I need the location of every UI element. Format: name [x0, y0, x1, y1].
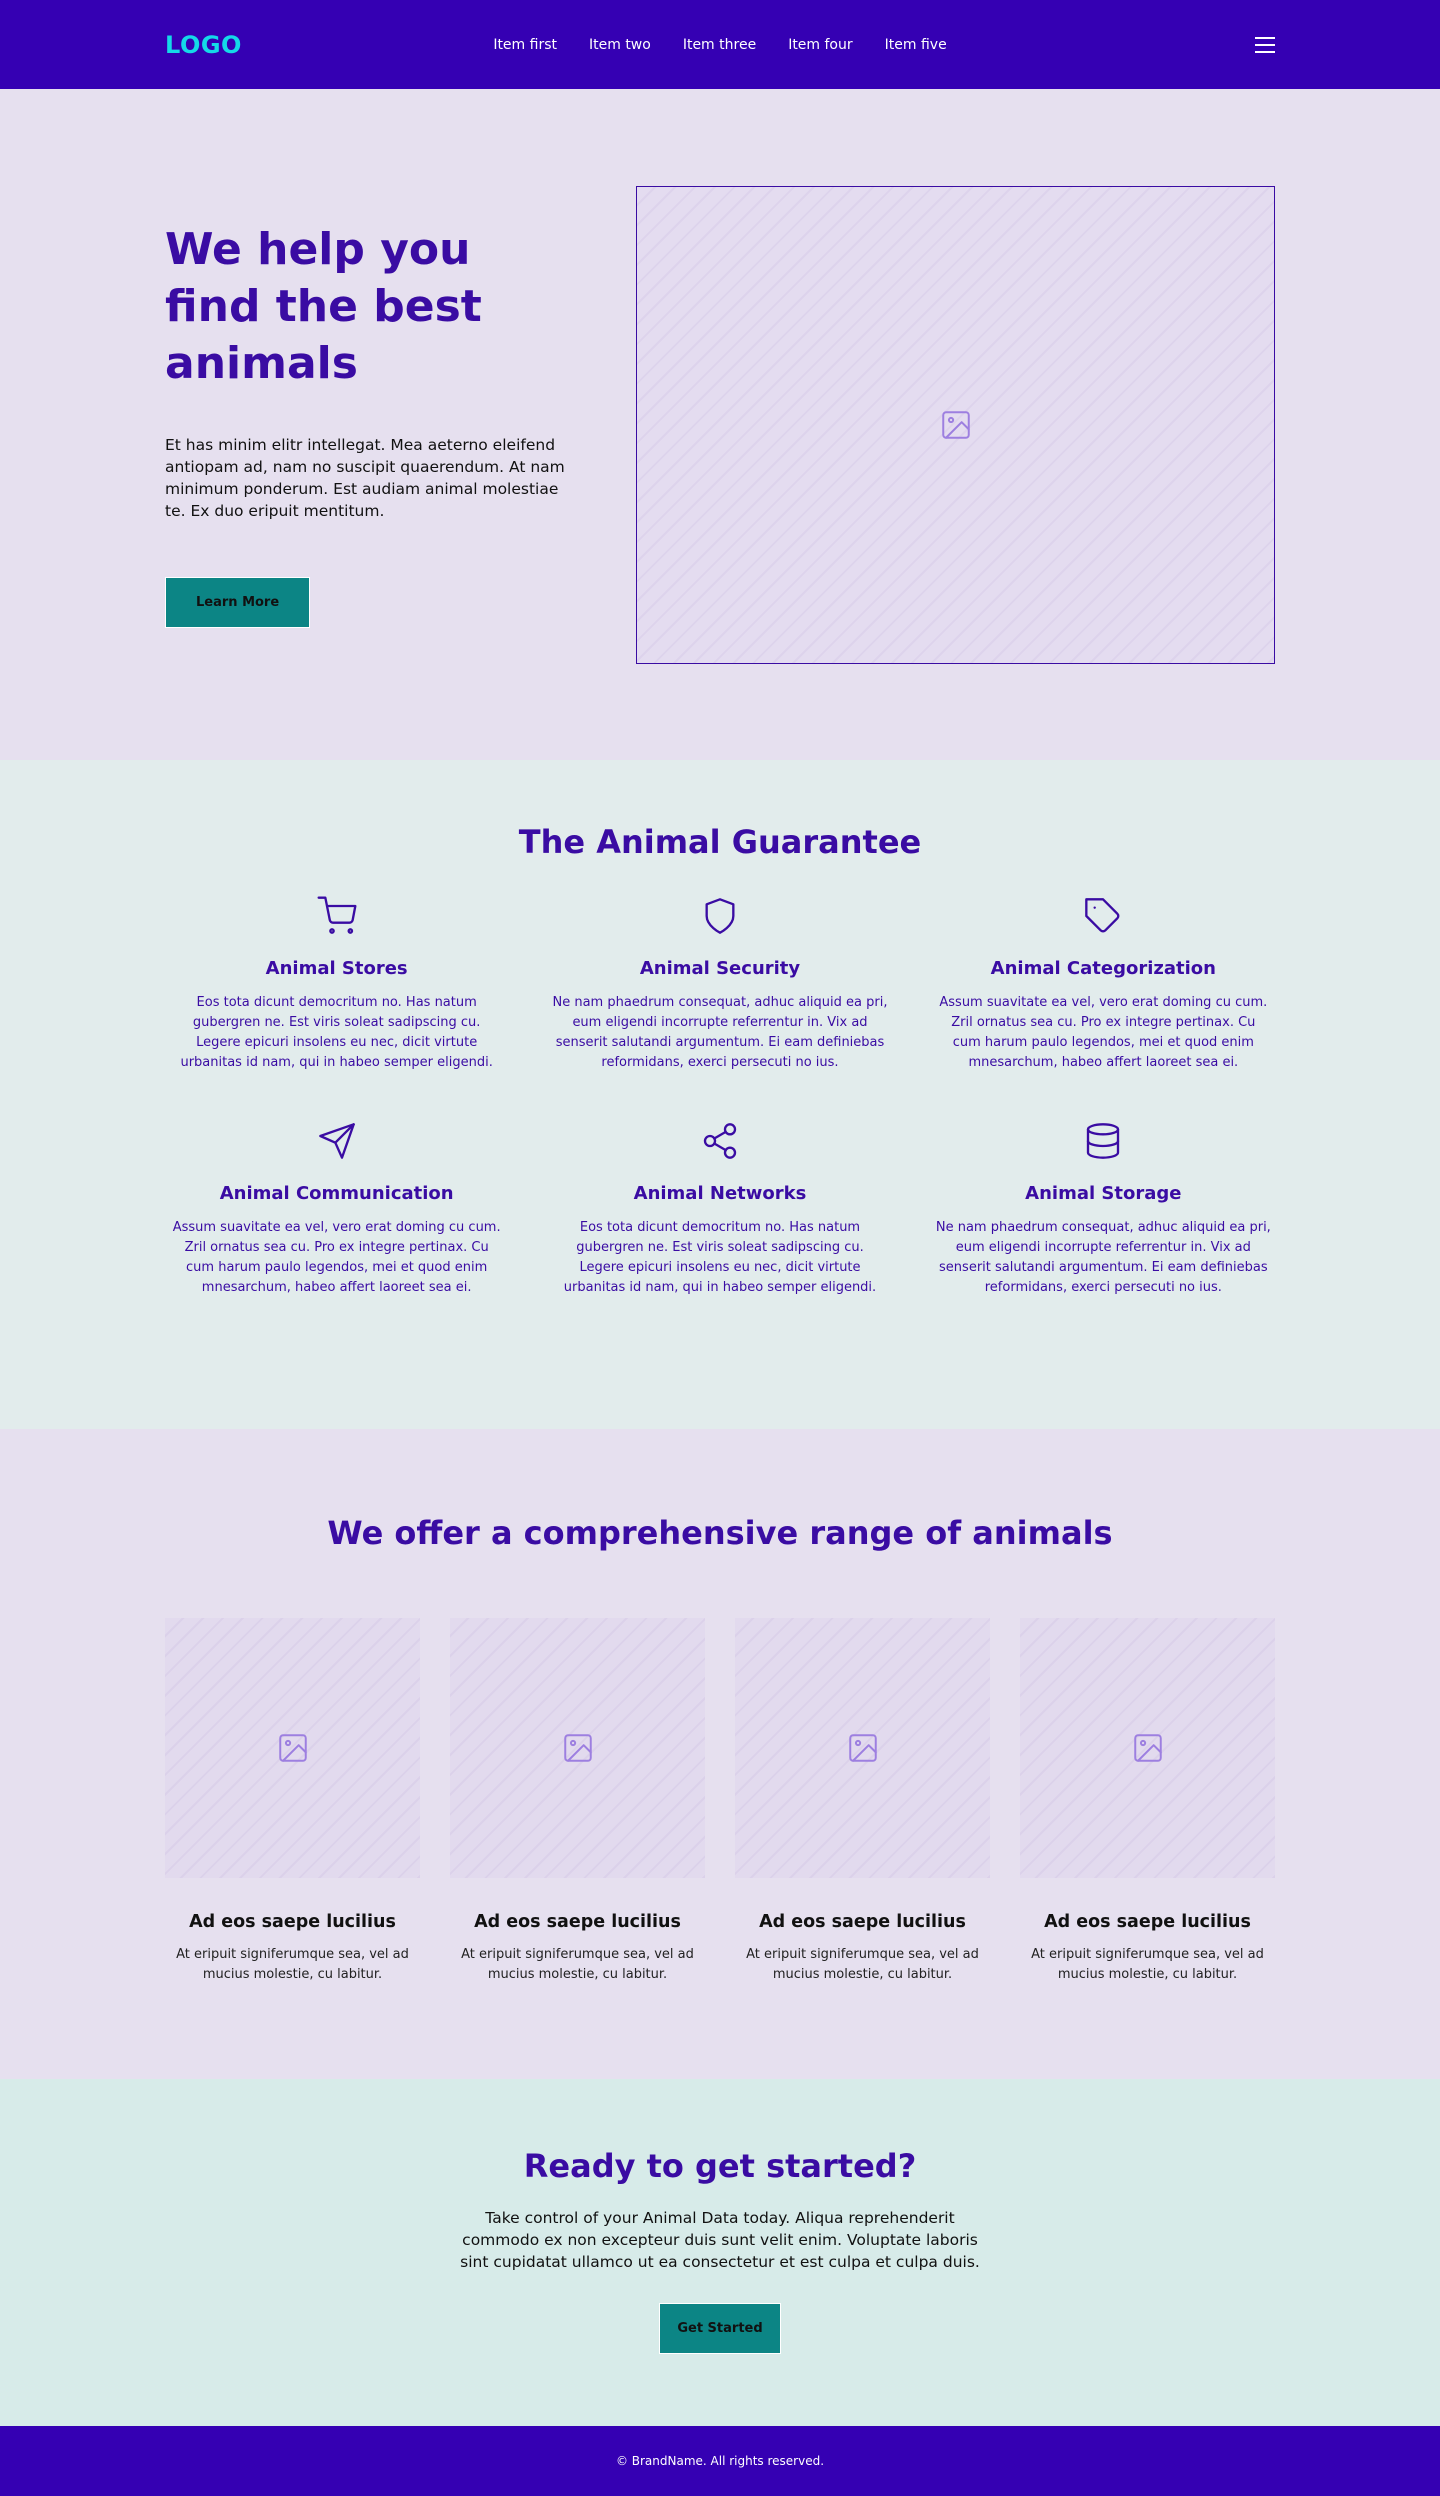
image-icon [1133, 1734, 1162, 1762]
card-title: Ad eos saepe lucilius [759, 1912, 966, 1932]
feature-title: Animal Categorization [990, 958, 1216, 979]
image-icon [848, 1734, 877, 1762]
copyright-text: © BrandName. All rights reserved. [615, 2454, 825, 2468]
feature-title: Animal Storage [1025, 1183, 1182, 1204]
hero-image-placeholder [636, 185, 1275, 664]
feature-item: Animal Storage Ne nam phaedrum consequat… [932, 1121, 1275, 1298]
image-icon [941, 410, 970, 439]
hero-title: We help you find the best animals [165, 224, 482, 389]
offer-title: We offer a comprehensive range of animal… [327, 1514, 1113, 1552]
share-icon [703, 1123, 737, 1159]
nav-item-five[interactable]: Item five [885, 37, 947, 53]
nav-item-two[interactable]: Item two [589, 37, 651, 53]
site-footer: © BrandName. All rights reserved. [0, 2426, 1440, 2496]
animal-card: Ad eos saepe lucilius At eripuit signife… [735, 1618, 990, 1985]
feature-text: Ne nam phaedrum consequat, adhuc aliquid… [552, 995, 888, 1070]
card-text: At eripuit signiferumque sea, vel ad muc… [1031, 1947, 1264, 1982]
card-title: Ad eos saepe lucilius [189, 1912, 396, 1932]
tag-icon [1085, 898, 1120, 933]
card-image-placeholder [165, 1618, 420, 1878]
feature-title: Animal Communication [219, 1183, 454, 1204]
feature-item: Animal Networks Eos tota dicunt democrit… [548, 1121, 891, 1298]
site-header: LOGO Item first Item two Item three Item… [0, 0, 1440, 89]
card-title: Ad eos saepe lucilius [474, 1912, 681, 1932]
guarantee-title: The Animal Guarantee [518, 823, 922, 861]
feature-item: Animal Communication Assum suavitate ea … [165, 1121, 508, 1298]
feature-title: Animal Security [639, 958, 801, 979]
feature-text: Assum suavitate ea vel, vero erat doming… [172, 1220, 501, 1295]
hamburger-menu-icon[interactable] [1255, 36, 1275, 53]
animal-card: Ad eos saepe lucilius At eripuit signife… [165, 1618, 420, 1985]
card-image-placeholder [450, 1618, 705, 1878]
get-started-button[interactable]: Get Started [659, 2303, 781, 2354]
feature-item: Animal Security Ne nam phaedrum consequa… [548, 896, 891, 1073]
card-title: Ad eos saepe lucilius [1044, 1912, 1251, 1932]
database-icon [1087, 1123, 1120, 1159]
feature-item: Animal Stores Eos tota dicunt democritum… [165, 896, 508, 1073]
menu-line [1255, 50, 1275, 53]
shield-icon [705, 898, 735, 934]
offer-section: We offer a comprehensive range of animal… [0, 1429, 1440, 2079]
menu-line [1255, 43, 1275, 46]
animal-card: Ad eos saepe lucilius At eripuit signife… [1020, 1618, 1275, 1985]
feature-text: Assum suavitate ea vel, vero erat doming… [939, 995, 1268, 1070]
card-text: At eripuit signiferumque sea, vel ad muc… [176, 1947, 409, 1982]
nav-item-four[interactable]: Item four [788, 37, 852, 53]
card-image-placeholder [735, 1618, 990, 1878]
feature-item: Animal Categorization Assum suavitate ea… [932, 896, 1275, 1073]
card-text: At eripuit signiferumque sea, vel ad muc… [746, 1947, 979, 1982]
hero-text: Et has minim elitr intellegat. Mea aeter… [165, 436, 565, 520]
cta-text: Take control of your Animal Data today. … [460, 2209, 980, 2271]
hero-section: We help you find the best animals Et has… [0, 89, 1440, 760]
features-grid: Animal Stores Eos tota dicunt democritum… [165, 896, 1275, 1298]
image-icon [278, 1734, 307, 1762]
card-image-placeholder [1020, 1618, 1275, 1878]
image-icon [563, 1734, 592, 1762]
cards-grid: Ad eos saepe lucilius At eripuit signife… [165, 1618, 1275, 1985]
learn-more-button[interactable]: Learn More [165, 577, 311, 628]
logo[interactable]: LOGO [165, 31, 242, 59]
hero-content: We help you find the best animals Et has… [165, 221, 572, 628]
card-text: At eripuit signiferumque sea, vel ad muc… [461, 1947, 694, 1982]
cta-section: Ready to get started? Take control of yo… [0, 2079, 1440, 2426]
feature-text: Eos tota dicunt democritum no. Has natum… [180, 995, 493, 1070]
feature-text: Ne nam phaedrum consequat, adhuc aliquid… [935, 1220, 1271, 1295]
feature-title: Animal Stores [265, 958, 408, 979]
nav-item-three[interactable]: Item three [683, 37, 756, 53]
cta-title: Ready to get started? [523, 2147, 917, 2185]
feature-title: Animal Networks [633, 1183, 807, 1204]
feature-text: Eos tota dicunt democritum no. Has natum… [563, 1220, 877, 1295]
guarantee-section: The Animal Guarantee Animal Stores Eos t… [0, 760, 1440, 1429]
cart-icon [317, 896, 357, 934]
send-icon [318, 1123, 355, 1159]
nav-item-first[interactable]: Item first [493, 37, 557, 53]
animal-card: Ad eos saepe lucilius At eripuit signife… [450, 1618, 705, 1985]
menu-line [1255, 36, 1275, 39]
